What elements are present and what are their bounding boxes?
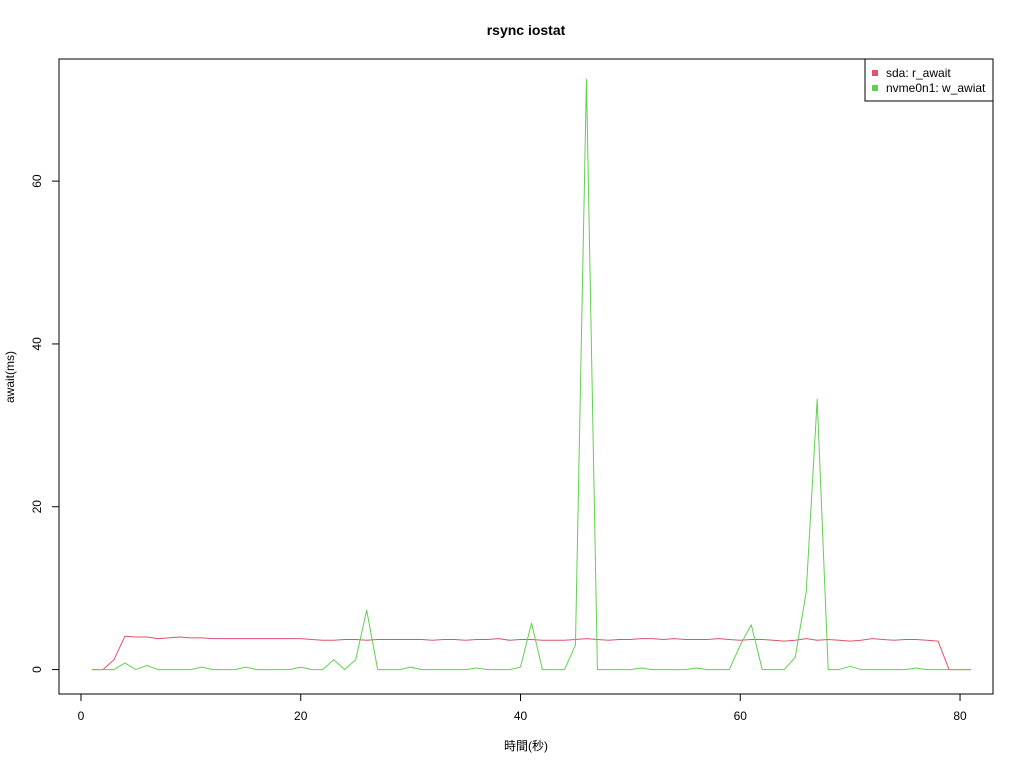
chart-title: rsync iostat [487,22,566,38]
y-tick-label: 20 [30,500,44,514]
legend: sda: r_await nvme0n1: w_awiat [864,58,994,102]
y-tick-label: 60 [30,174,44,188]
x-tick-label: 80 [953,709,967,723]
series-layer [91,78,972,671]
x-tick-label: 40 [514,709,528,723]
legend-swatch-sda [872,70,878,76]
plot-frame [58,58,994,695]
series-line-nvme [91,78,972,671]
y-tick-label: 0 [30,666,44,673]
y-tick-label: 40 [30,337,44,351]
series-line-sda [91,635,972,671]
legend-label-nvme: nvme0n1: w_awiat [886,81,986,95]
y-axis-label: await(ms) [3,351,17,403]
y-axis: 0 20 40 60 [30,174,60,673]
legend-label-sda: sda: r_await [886,66,951,80]
x-tick-label: 20 [294,709,308,723]
x-tick-label: 0 [78,709,85,723]
chart-root: rsync iostat 0 20 40 60 80 0 20 40 60 時間(秒) awa… [0,0,1024,768]
legend-swatch-nvme [872,85,878,91]
line-chart: rsync iostat 0 20 40 60 80 0 20 40 60 時間(秒) awa… [3,22,994,753]
x-axis: 0 20 40 60 80 [78,693,967,723]
x-tick-label: 60 [734,709,748,723]
x-axis-label: 時間(秒) [504,739,548,753]
